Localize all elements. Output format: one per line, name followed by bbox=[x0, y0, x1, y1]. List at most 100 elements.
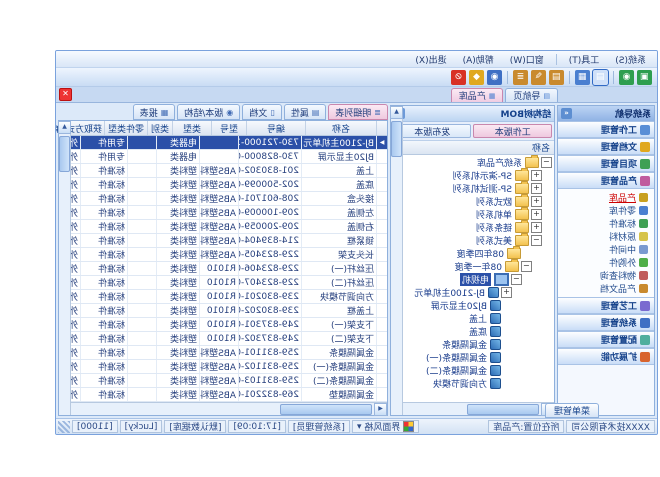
ui-style-button[interactable]: 界面风格 ▾ bbox=[352, 420, 419, 433]
table-row[interactable]: BJ20主显示屏730-828000-041电器类专用件外购套 bbox=[70, 150, 387, 164]
globe-icon[interactable]: ◉ bbox=[619, 70, 634, 85]
sidebar-item-原材料[interactable]: 原材料 bbox=[558, 230, 654, 243]
scroll-thumb[interactable] bbox=[280, 404, 372, 415]
scroll-thumb[interactable] bbox=[59, 136, 70, 172]
folder-open-icon[interactable]: ▤ bbox=[593, 70, 608, 85]
expand-icon[interactable]: + bbox=[531, 222, 542, 233]
view-tab-属性[interactable]: ▤属性 bbox=[284, 104, 327, 120]
form-new-icon[interactable]: ▤ bbox=[549, 70, 564, 85]
table-row[interactable]: 压丝杆(一)229-823406-001R1010塑料类标准件外购条 bbox=[70, 262, 387, 276]
workspace-tab-产品库[interactable]: ▦产品库 bbox=[451, 88, 504, 102]
tree-node-底盖[interactable]: 底盖 bbox=[402, 325, 554, 338]
tree-node-SP-测试机系列[interactable]: +SP-测试机系列 bbox=[402, 182, 554, 195]
table-row[interactable]: 金属隔膜条(一)259-831102-001ABS塑料塑料类标准件外购条 bbox=[70, 360, 387, 374]
tree-node-BJ20主显示屏[interactable]: BJ20主显示屏 bbox=[402, 299, 554, 312]
scroll-left-icon[interactable]: ◀ bbox=[374, 403, 387, 416]
tree-node-BJ-2100主机单元[interactable]: +BJ-2100主机单元 bbox=[402, 286, 554, 299]
scroll-thumb[interactable] bbox=[467, 404, 539, 415]
collapse-icon[interactable]: − bbox=[511, 274, 522, 285]
table-row[interactable]: 下支架(二)249-837302-012R1010塑料类标准件外购条 bbox=[70, 332, 387, 346]
help-globe-icon[interactable]: ◉ bbox=[487, 70, 502, 85]
column-header-名称[interactable]: 名称 bbox=[305, 121, 376, 135]
table-icon[interactable]: ▦ bbox=[575, 70, 590, 85]
tree-node-金属隔膜条[interactable]: 金属隔膜条 bbox=[402, 338, 554, 351]
tree-node-单机系列[interactable]: +单机系列 bbox=[402, 208, 554, 221]
tree-node-08年一季度[interactable]: −08年一季度 bbox=[402, 260, 554, 273]
table-row[interactable]: 压丝杆(二)229-823407-011R1010塑料类标准件外购条 bbox=[70, 276, 387, 290]
workspace-tab-导航页[interactable]: ▤导航页 bbox=[505, 88, 558, 102]
sidebar-group-文档管理[interactable]: 文档管理 bbox=[558, 138, 654, 155]
sidebar-group-配置管理[interactable]: 配置管理 bbox=[558, 331, 654, 348]
expand-icon[interactable]: + bbox=[531, 170, 542, 181]
column-header-编号[interactable]: 编号 bbox=[246, 121, 305, 135]
tree-node-系统产品库[interactable]: −系统产品库 bbox=[402, 156, 554, 169]
view-tab-报表[interactable]: ▦报表 bbox=[133, 104, 176, 120]
tree-node-欧式系列[interactable]: +欧式系列 bbox=[402, 195, 554, 208]
sidebar-item-标准件[interactable]: 标准件 bbox=[558, 217, 654, 230]
collapse-icon[interactable]: « bbox=[561, 108, 572, 119]
scroll-up-icon[interactable]: ▲ bbox=[58, 121, 71, 134]
collapse-icon[interactable]: − bbox=[521, 261, 532, 272]
table-row[interactable]: 方向调节模块239-830201-001R1010塑料类标准件外购条 bbox=[70, 290, 387, 304]
scroll-thumb[interactable] bbox=[391, 121, 402, 157]
grid-vscrollbar[interactable]: ▲ bbox=[59, 121, 71, 415]
scroll-up-icon[interactable]: ▲ bbox=[390, 106, 403, 119]
collapse-icon[interactable]: − bbox=[541, 157, 552, 168]
table-row[interactable]: 底盖202-500099-012ABS塑料塑料类标准件外购条 bbox=[70, 178, 387, 192]
sidebar-item-外购件[interactable]: 外购件 bbox=[558, 256, 654, 269]
sidebar-item-零件库[interactable]: 零件库 bbox=[558, 204, 654, 217]
sidebar-item-产品库[interactable]: 产品库 bbox=[558, 191, 654, 204]
table-row[interactable]: 左侧盖209-100009-012ABS塑料塑料类标准件外购条 bbox=[70, 206, 387, 220]
table-row[interactable]: 上盖框239-830202-011R1010塑料类标准件外购条 bbox=[70, 304, 387, 318]
form-edit-icon[interactable]: ✎ bbox=[531, 70, 546, 85]
view-tab-明细列表[interactable]: ≣明细列表 bbox=[328, 104, 388, 120]
table-row[interactable]: 下支架(一)249-837301-011R1010塑料类标准件外购条 bbox=[70, 318, 387, 332]
expand-icon[interactable]: + bbox=[531, 196, 542, 207]
column-header-零件类型[interactable]: 零件类型 bbox=[104, 121, 147, 135]
tree-node-电视机[interactable]: −电视机 bbox=[402, 273, 554, 286]
menu-item-系统(S)[interactable]: 系统(S) bbox=[608, 52, 653, 67]
sidebar-item-中间件[interactable]: 中间件 bbox=[558, 243, 654, 256]
view-tab-版本/结构[interactable]: ◉版本/结构 bbox=[177, 104, 240, 120]
close-tab-button[interactable]: ✕ bbox=[59, 88, 72, 101]
tree-node-SP-演示机系列[interactable]: +SP-演示机系列 bbox=[402, 169, 554, 182]
view-tab-文档[interactable]: ▯文档 bbox=[242, 104, 281, 120]
form-list-icon[interactable]: ≣ bbox=[513, 70, 528, 85]
version-tab-发布版本[interactable]: 发布版本 bbox=[393, 124, 472, 138]
sidebar-group-系统管理[interactable]: 系统管理 bbox=[558, 314, 654, 331]
tree-column-header[interactable]: 名称 bbox=[391, 141, 554, 155]
tree-node-上盖[interactable]: 上盖 bbox=[402, 312, 554, 325]
sidebar-group-扩展功能[interactable]: 扩展功能 bbox=[558, 348, 654, 365]
expand-icon[interactable]: + bbox=[531, 183, 542, 194]
tree-vscrollbar[interactable]: ▲ bbox=[391, 106, 403, 415]
table-row[interactable]: 右侧盖209-200059-011ABS塑料塑料类标准件外购条 bbox=[70, 220, 387, 234]
column-header-型号[interactable]: 型号 bbox=[211, 121, 246, 135]
lock-icon[interactable]: ◆ bbox=[469, 70, 484, 85]
monitor-icon[interactable]: ▣ bbox=[637, 70, 652, 85]
menu-item-窗口(W)[interactable]: 窗口(W) bbox=[503, 52, 551, 67]
menu-item-帮助(A)[interactable]: 帮助(A) bbox=[456, 52, 501, 67]
tree-hscrollbar[interactable]: ◀ bbox=[402, 402, 554, 415]
power-icon[interactable]: ⊘ bbox=[451, 70, 466, 85]
resize-grip[interactable] bbox=[58, 421, 70, 433]
sidebar-group-项目管理[interactable]: 项目管理 bbox=[558, 155, 654, 172]
menu-item-退出(X)[interactable]: 退出(X) bbox=[408, 52, 453, 67]
sidebar-group-工艺管理[interactable]: 工艺管理 bbox=[558, 297, 654, 314]
tree-node-08年四季度[interactable]: 08年四季度 bbox=[402, 247, 554, 260]
menu-item-工具(T)[interactable]: 工具(T) bbox=[562, 52, 607, 67]
table-row[interactable]: 锁紧框214-839404-011ABS塑料塑料类标准件外购条 bbox=[70, 234, 387, 248]
expand-icon[interactable]: + bbox=[501, 287, 512, 298]
table-row[interactable]: 金属隔膜垫269-832201-011ABS塑料塑料类标准件外购条 bbox=[70, 388, 387, 402]
sidebar-item-产品文档[interactable]: 产品文档 bbox=[558, 282, 654, 295]
menu-manage-tab[interactable]: 菜单管理 bbox=[545, 403, 599, 418]
table-row[interactable]: 金属隔膜条259-831101-001ABS塑料塑料类标准件外购条 bbox=[70, 346, 387, 360]
grid-hscrollbar[interactable]: ◀ bbox=[70, 402, 387, 415]
tree-node-美式系列[interactable]: −美式系列 bbox=[402, 234, 554, 247]
table-row[interactable]: 接头盒208-601701-011ABS塑料塑料类标准件外购条 bbox=[70, 192, 387, 206]
sidebar-group-产品管理[interactable]: 产品管理 bbox=[558, 172, 654, 189]
tree-node-方向调节模块[interactable]: 方向调节模块 bbox=[402, 377, 554, 390]
sidebar-item-物料查询[interactable]: 物料查询 bbox=[558, 269, 654, 282]
version-tab-工作版本[interactable]: 工作版本 bbox=[474, 124, 553, 138]
table-row[interactable]: 金属隔膜条(二)259-831103-011ABS塑料塑料类标准件外购条 bbox=[70, 374, 387, 388]
table-row[interactable]: 上盖201-830302-001ABS塑料塑料类标准件外购条 bbox=[70, 164, 387, 178]
